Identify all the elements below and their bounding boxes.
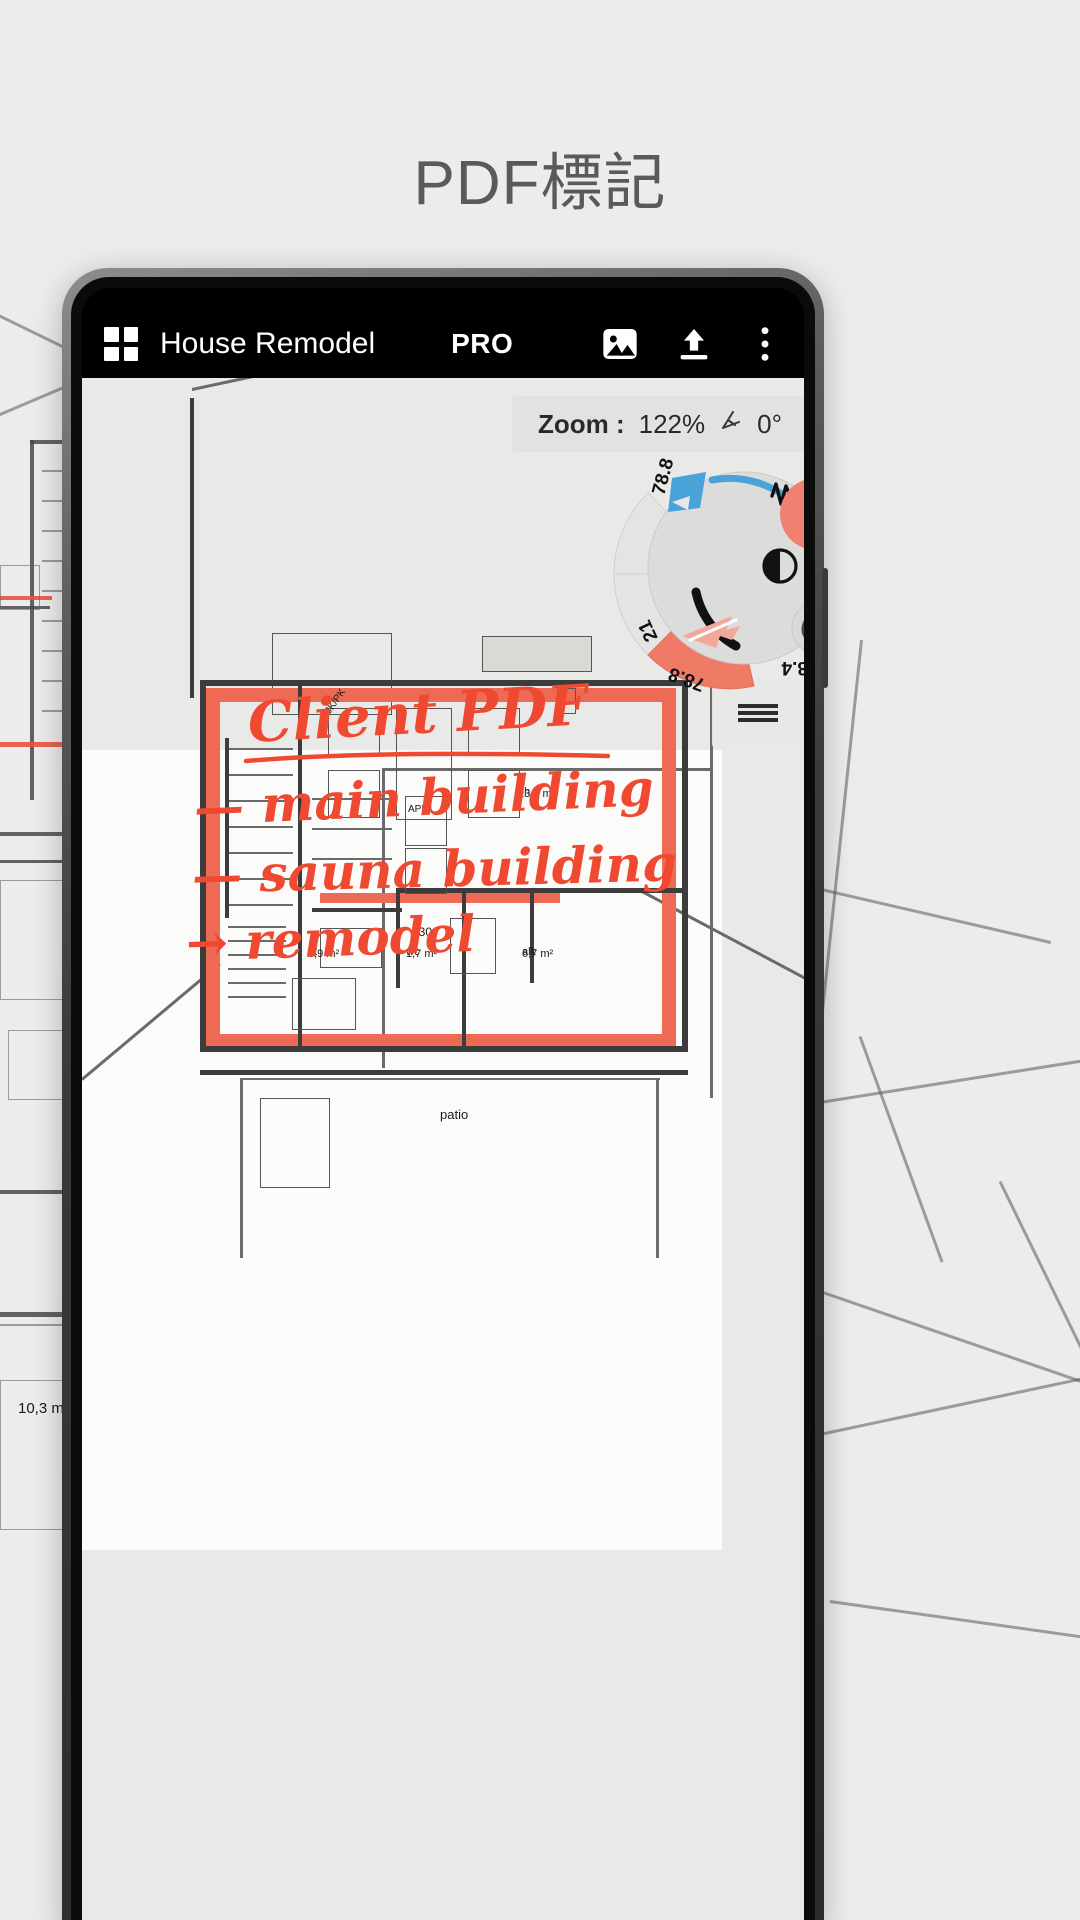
room-area: 1,7 m² [406,948,438,960]
page-title: PDF標記 [413,149,667,218]
floor-plan: JK/PK APK 230 oh 13,9 m² et 3,9 m² wc 1,… [200,678,720,1258]
grid-menu-icon[interactable] [104,327,138,361]
pro-badge[interactable]: PRO [451,328,513,360]
room-label-wc: wc 1,7 m² [406,946,438,960]
room-area: 3,9 m² [308,948,340,960]
radial-tool-wheel[interactable]: 78.8 21 78.8 8.4 [594,440,804,708]
room-label-oh: oh 13,9 m² [518,786,556,800]
room-label-et: et 3,9 m² [308,946,340,960]
phone-side-button [822,568,828,688]
room-label-alk: alk 6,7 m² [522,946,554,960]
phone-screen: House Remodel PRO JK/PK APK 230 oh 13,9 … [82,288,804,1920]
wheel-label-3: 8.4 [781,657,804,678]
zoom-label: Zoom : [537,408,625,439]
image-icon[interactable] [600,324,640,364]
app-toolbar: House Remodel PRO [82,310,804,378]
plan-mark-apk: APK [408,804,429,815]
rotation-value: 0° [757,408,782,439]
zoom-value: 122% [638,408,706,439]
rotate-icon [719,408,743,440]
upload-icon[interactable] [674,324,714,364]
phone-mockup: House Remodel PRO JK/PK APK 230 oh 13,9 … [62,268,828,1920]
pdf-canvas[interactable]: JK/PK APK 230 oh 13,9 m² et 3,9 m² wc 1,… [82,378,804,1920]
plan-mark-230: 230 [412,925,433,939]
more-vertical-icon[interactable] [748,324,782,364]
room-area: 13,9 m² [518,788,556,800]
room-label-patio: patio [440,1107,469,1122]
room-area: 6,7 m² [522,948,554,960]
document-title: House Remodel [160,327,376,360]
